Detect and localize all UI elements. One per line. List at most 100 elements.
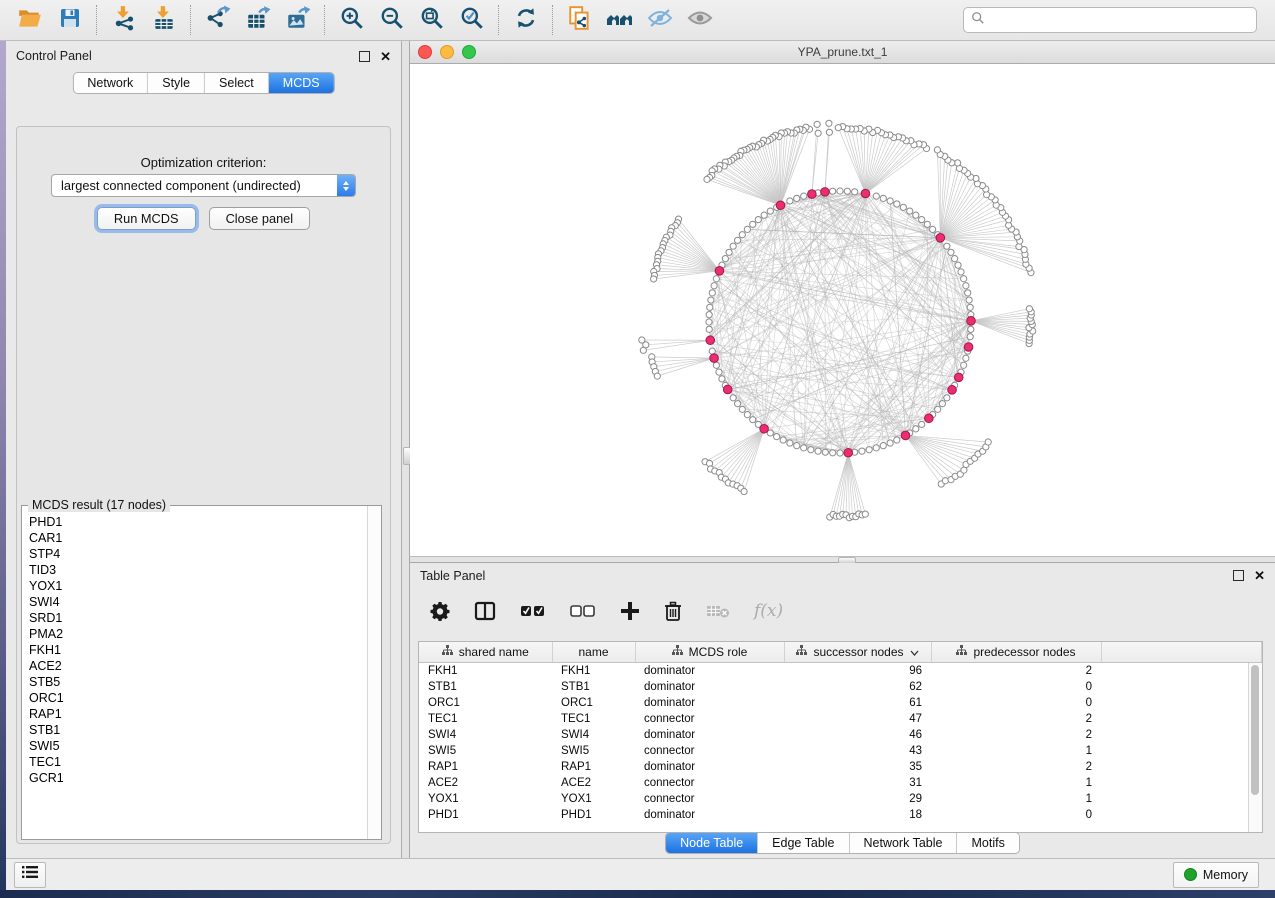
mcds-result-item[interactable]: ACE2 — [29, 658, 368, 674]
refresh-button[interactable] — [506, 3, 546, 37]
tab-motifs[interactable]: Motifs — [956, 833, 1018, 853]
table-scrollbar[interactable] — [1248, 663, 1262, 832]
main-toolbar — [0, 0, 1275, 41]
open-file-button[interactable] — [10, 3, 50, 37]
export-image-icon — [285, 5, 311, 36]
node-table: shared namenameMCDS rolesuccessor nodesp… — [418, 641, 1263, 833]
table-row[interactable]: PHD1PHD1dominator180 — [419, 807, 1262, 823]
first-neighbors-button[interactable] — [600, 3, 640, 37]
network-canvas[interactable] — [410, 64, 1275, 557]
save-session-button[interactable] — [50, 3, 90, 37]
search-input[interactable] — [990, 12, 1249, 28]
float-table-panel-icon[interactable] — [1233, 570, 1244, 581]
zoom-in-button[interactable] — [332, 3, 372, 37]
mcds-result-item[interactable]: PHD1 — [29, 514, 368, 530]
mcds-result-item[interactable]: SWI4 — [29, 594, 368, 610]
table-panel: Table Panel ✕ f(x) shared namenameMCDS r… — [410, 563, 1275, 858]
table-row[interactable]: RAP1RAP1dominator352 — [419, 759, 1262, 775]
deselect-all-icon[interactable] — [570, 602, 596, 620]
tab-network-table[interactable]: Network Table — [849, 833, 957, 853]
table-row[interactable]: STB1STB1dominator620 — [419, 679, 1262, 695]
run-mcds-button[interactable]: Run MCDS — [97, 207, 196, 230]
settings-gear-icon[interactable] — [430, 601, 450, 621]
export-image-button[interactable] — [278, 3, 318, 37]
column-header-shared-name[interactable]: shared name — [419, 642, 552, 663]
mcds-tab-content: Optimization criterion: largest connecte… — [16, 126, 391, 844]
toolbar-separator — [498, 5, 500, 35]
import-table-button[interactable] — [144, 3, 184, 37]
column-header-predecessor-nodes[interactable]: predecessor nodes — [931, 642, 1101, 663]
network-graph[interactable] — [410, 64, 1275, 557]
first-neighbors-icon — [606, 5, 634, 36]
network-window-title: YPA_prune.txt_1 — [410, 45, 1275, 59]
table-scrollbar-thumb[interactable] — [1251, 665, 1259, 795]
close-table-panel-icon[interactable]: ✕ — [1254, 571, 1265, 580]
mcds-result-item[interactable]: RAP1 — [29, 706, 368, 722]
mcds-result-item[interactable]: STP4 — [29, 546, 368, 562]
mcds-result-item[interactable]: SWI5 — [29, 738, 368, 754]
mcds-result-scrollbar[interactable] — [367, 506, 381, 839]
export-network-button[interactable] — [198, 3, 238, 37]
column-header-MCDS-role[interactable]: MCDS role — [635, 642, 784, 663]
tab-mcds[interactable]: MCDS — [268, 73, 334, 93]
show-all-button[interactable] — [680, 3, 720, 37]
append-table-icon — [706, 602, 730, 620]
tab-edge-table[interactable]: Edge Table — [757, 833, 848, 853]
tab-node-table[interactable]: Node Table — [666, 833, 757, 853]
clone-network-button[interactable] — [560, 3, 600, 37]
mcds-result-item[interactable]: PMA2 — [29, 626, 368, 642]
column-layout-icon[interactable] — [474, 601, 496, 621]
table-row[interactable]: YOX1YOX1connector291 — [419, 791, 1262, 807]
mcds-result-item[interactable]: FKH1 — [29, 642, 368, 658]
delete-row-icon[interactable] — [664, 601, 682, 621]
mcds-result-item[interactable]: YOX1 — [29, 578, 368, 594]
table-row[interactable]: SWI5SWI5connector431 — [419, 743, 1262, 759]
mcds-result-list[interactable]: PHD1CAR1STP4TID3YOX1SWI4SRD1PMA2FKH1ACE2… — [23, 512, 368, 838]
toolbar-separator — [96, 5, 98, 35]
mcds-result-item[interactable]: ORC1 — [29, 690, 368, 706]
namespace-tree-icon — [442, 645, 453, 659]
mcds-result-item[interactable]: SRD1 — [29, 610, 368, 626]
mcds-result-item[interactable]: STB1 — [29, 722, 368, 738]
zoom-selected-button[interactable] — [452, 3, 492, 37]
tab-network[interactable]: Network — [73, 73, 147, 93]
column-header-successor-nodes[interactable]: successor nodes — [784, 642, 931, 663]
zoom-out-button[interactable] — [372, 3, 412, 37]
vertical-split-divider[interactable] — [402, 41, 410, 858]
search-field[interactable] — [963, 7, 1257, 33]
zoom-fit-button[interactable] — [412, 3, 452, 37]
hide-selected-button[interactable] — [640, 3, 680, 37]
network-window-titlebar[interactable]: YPA_prune.txt_1 — [410, 41, 1275, 64]
close-panel-icon[interactable]: ✕ — [380, 52, 391, 61]
mcds-result-item[interactable]: TID3 — [29, 562, 368, 578]
tab-select[interactable]: Select — [204, 73, 268, 93]
import-network-button[interactable] — [104, 3, 144, 37]
column-header-name[interactable]: name — [552, 642, 635, 663]
memory-label: Memory — [1203, 868, 1248, 882]
export-network-icon — [205, 5, 231, 36]
table-row[interactable]: FKH1FKH1dominator962 — [419, 663, 1262, 680]
mcds-result-item[interactable]: STB5 — [29, 674, 368, 690]
table-row[interactable]: ACE2ACE2connector311 — [419, 775, 1262, 791]
mcds-result-item[interactable]: GCR1 — [29, 770, 368, 786]
horizontal-split-divider[interactable] — [410, 556, 1275, 563]
add-row-icon[interactable] — [620, 601, 640, 621]
eye-icon — [686, 5, 714, 36]
tab-style[interactable]: Style — [147, 73, 204, 93]
memory-status-icon — [1184, 868, 1197, 881]
table-row[interactable]: TEC1TEC1connector472 — [419, 711, 1262, 727]
mcds-result-item[interactable]: TEC1 — [29, 754, 368, 770]
export-table-button[interactable] — [238, 3, 278, 37]
open-folder-icon — [17, 5, 43, 36]
task-history-button[interactable] — [14, 862, 46, 888]
mcds-result-groupbox: MCDS result (17 nodes) PHD1CAR1STP4TID3Y… — [21, 505, 382, 840]
table-row[interactable]: SWI4SWI4dominator462 — [419, 727, 1262, 743]
table-row[interactable]: ORC1ORC1dominator610 — [419, 695, 1262, 711]
close-panel-button[interactable]: Close panel — [209, 207, 311, 230]
memory-button[interactable]: Memory — [1173, 862, 1259, 888]
mcds-result-item[interactable]: CAR1 — [29, 530, 368, 546]
optimization-criterion-select[interactable]: largest connected component (undirected) — [51, 174, 356, 197]
task-list-icon — [22, 865, 38, 884]
select-all-icon[interactable] — [520, 602, 546, 620]
float-panel-icon[interactable] — [359, 51, 370, 62]
